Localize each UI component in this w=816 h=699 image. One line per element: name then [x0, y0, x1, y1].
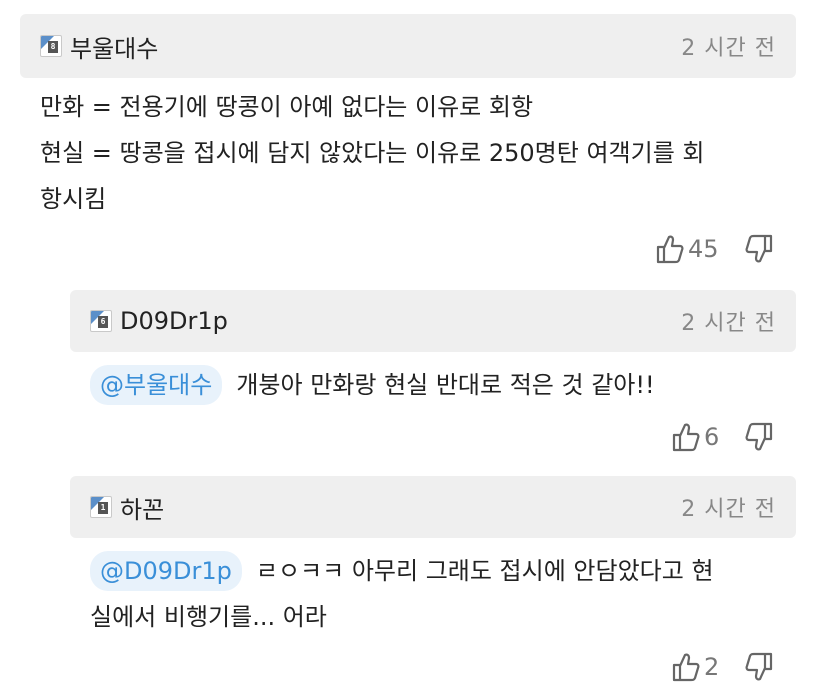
thumbs-up-icon[interactable] — [672, 422, 700, 452]
vote-bar: 6 — [672, 422, 773, 452]
thumbs-down-icon[interactable] — [745, 234, 773, 264]
thumbs-down-icon[interactable] — [745, 652, 773, 682]
level-badge-icon: 6 — [90, 310, 112, 332]
comment-line: @D09Dr1p ㄹㅇㅋㅋ 아무리 그래도 접시에 안담았다고 현 — [90, 548, 714, 594]
thumbs-up-icon[interactable] — [656, 234, 684, 264]
like-count: 2 — [704, 653, 720, 681]
vote-bar: 45 — [656, 234, 773, 264]
comment-header: 8 부울대수 2 시간 전 — [20, 14, 796, 78]
comment-line: 만화 = 전용기에 땅콩이 아예 없다는 이유로 회항 — [40, 93, 534, 121]
level-badge-icon: 1 — [90, 496, 112, 518]
author-nickname[interactable]: 부울대수 — [70, 29, 158, 64]
reply-body: @부울대수 개붕아 만화랑 현실 반대로 적은 것 같아!! — [90, 362, 655, 408]
comment-line: 항시킴 — [40, 185, 107, 213]
reply-header: 6 D09Dr1p 2 시간 전 — [70, 290, 796, 352]
comment-line: 현실 = 땅콩을 접시에 담지 않았다는 이유로 250명탄 여객기를 회 — [40, 139, 705, 167]
comment-body: 만화 = 전용기에 땅콩이 아예 없다는 이유로 회항 현실 = 땅콩을 접시에… — [40, 84, 705, 222]
level-badge-icon: 8 — [40, 35, 62, 57]
author-nickname[interactable]: D09Dr1p — [120, 307, 228, 335]
comment-timestamp: 2 시간 전 — [681, 497, 776, 522]
comment-line: @부울대수 개붕아 만화랑 현실 반대로 적은 것 같아!! — [90, 362, 655, 408]
reply-body: @D09Dr1p ㄹㅇㅋㅋ 아무리 그래도 접시에 안담았다고 현 실에서 비행기… — [90, 548, 714, 640]
comment-timestamp: 2 시간 전 — [681, 311, 776, 336]
thumbs-down-icon[interactable] — [745, 422, 773, 452]
thumbs-up-icon[interactable] — [672, 652, 700, 682]
comment-line: 실에서 비행기를... 어라 — [90, 603, 327, 631]
like-count: 45 — [688, 235, 719, 263]
author-nickname[interactable]: 하꼰 — [120, 490, 164, 525]
vote-bar: 2 — [672, 652, 773, 682]
reply-header: 1 하꼰 2 시간 전 — [70, 476, 796, 538]
like-count: 6 — [704, 423, 720, 451]
mention-link[interactable]: @D09Dr1p — [90, 551, 242, 591]
comment-timestamp: 2 시간 전 — [681, 36, 776, 61]
mention-link[interactable]: @부울대수 — [90, 365, 223, 405]
